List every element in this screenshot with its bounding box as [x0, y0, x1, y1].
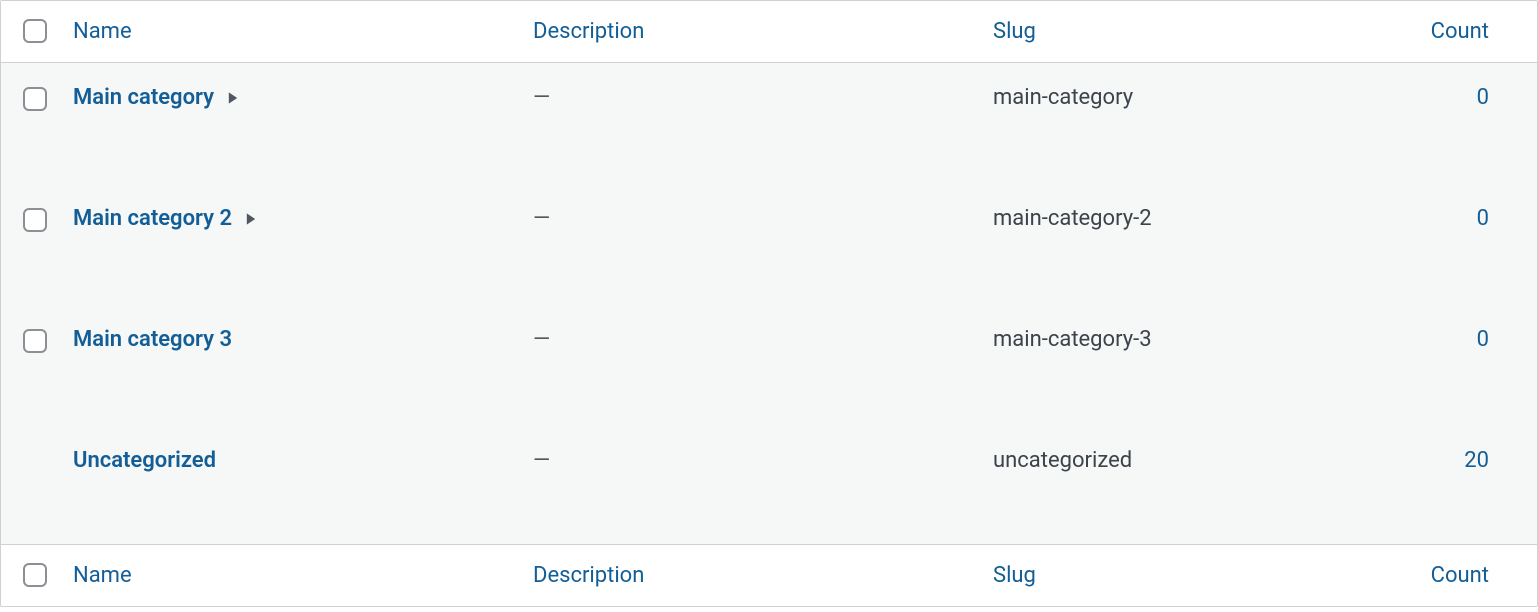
slug-value: main-category-2 [993, 206, 1152, 231]
table-row: Main category 3 — main-category-3 0 [1, 305, 1537, 426]
category-name-link[interactable]: Uncategorized [73, 448, 216, 473]
row-name-cell: Uncategorized [61, 426, 521, 545]
expand-icon[interactable] [226, 86, 240, 111]
slug-value: uncategorized [993, 448, 1132, 473]
table-row: Main category — main-category 0 [1, 63, 1537, 185]
count-link[interactable]: 0 [1477, 206, 1489, 231]
row-checkbox[interactable] [23, 87, 47, 111]
table-body: Main category—main-category0Main categor… [1, 63, 1537, 545]
header-description-cell: Description [521, 1, 981, 63]
row-name-cell: Main category 3 [61, 305, 521, 426]
footer-name-cell: Name [61, 545, 521, 607]
count-link[interactable]: 0 [1477, 85, 1489, 110]
expand-icon[interactable] [244, 207, 258, 232]
row-slug-cell: main-category [981, 63, 1417, 185]
sort-by-slug[interactable]: Slug [993, 19, 1036, 44]
row-checkbox-cell [1, 426, 61, 545]
row-description-cell: — [521, 63, 981, 185]
category-name-link[interactable]: Main category 3 [73, 327, 232, 352]
table-footer-row: Name Description Slug Count [1, 545, 1537, 607]
description-value: — [533, 85, 550, 110]
row-checkbox-cell [1, 184, 61, 305]
slug-value: main-category-3 [993, 327, 1152, 352]
slug-value: main-category [993, 85, 1133, 110]
select-all-checkbox-bottom[interactable] [23, 563, 47, 587]
row-checkbox-cell [1, 63, 61, 185]
footer-count-cell: Count [1417, 545, 1537, 607]
row-name-cell: Main category 2 [61, 184, 521, 305]
row-count-cell: 0 [1417, 305, 1537, 426]
select-all-checkbox-top[interactable] [23, 19, 47, 43]
sort-by-count[interactable]: Count [1431, 19, 1489, 44]
table-row: Main category 2 — main-category-2 0 [1, 184, 1537, 305]
row-slug-cell: main-category-2 [981, 184, 1417, 305]
sort-by-name[interactable]: Name [73, 19, 132, 44]
row-count-cell: 20 [1417, 426, 1537, 545]
description-value: — [533, 206, 550, 231]
table-header-row: Name Description Slug Count [1, 1, 1537, 63]
sort-by-count-footer[interactable]: Count [1431, 563, 1489, 588]
row-description-cell: — [521, 305, 981, 426]
category-name-link[interactable]: Main category [73, 85, 214, 110]
categories-table-wrapper: Name Description Slug Count Main categor… [0, 0, 1538, 607]
sort-by-description[interactable]: Description [533, 19, 644, 44]
row-description-cell: — [521, 426, 981, 545]
header-count-cell: Count [1417, 1, 1537, 63]
row-name-cell: Main category [61, 63, 521, 185]
header-checkbox-cell [1, 1, 61, 63]
row-slug-cell: main-category-3 [981, 305, 1417, 426]
sort-by-description-footer[interactable]: Description [533, 563, 644, 588]
sort-by-name-footer[interactable]: Name [73, 563, 132, 588]
footer-slug-cell: Slug [981, 545, 1417, 607]
header-slug-cell: Slug [981, 1, 1417, 63]
row-checkbox-cell [1, 305, 61, 426]
row-description-cell: — [521, 184, 981, 305]
row-count-cell: 0 [1417, 184, 1537, 305]
category-name-link[interactable]: Main category 2 [73, 206, 232, 231]
count-link[interactable]: 0 [1477, 327, 1489, 352]
footer-description-cell: Description [521, 545, 981, 607]
description-value: — [533, 327, 550, 352]
count-link[interactable]: 20 [1464, 448, 1489, 473]
row-count-cell: 0 [1417, 63, 1537, 185]
header-name-cell: Name [61, 1, 521, 63]
description-value: — [533, 448, 550, 473]
sort-by-slug-footer[interactable]: Slug [993, 563, 1036, 588]
empty-checkbox-placeholder [23, 450, 47, 474]
footer-checkbox-cell [1, 545, 61, 607]
row-checkbox[interactable] [23, 329, 47, 353]
table-row: Uncategorized — uncategorized 20 [1, 426, 1537, 545]
categories-table: Name Description Slug Count Main categor… [1, 1, 1537, 606]
row-slug-cell: uncategorized [981, 426, 1417, 545]
row-checkbox[interactable] [23, 208, 47, 232]
